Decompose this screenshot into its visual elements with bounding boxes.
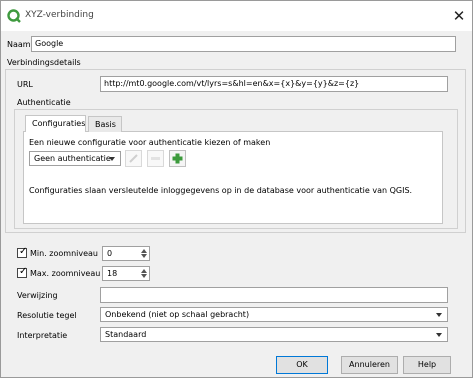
name-label: Naam [7,40,31,49]
title-bar: XYZ-verbinding ✕ [1,1,472,31]
resolution-label: Resolutie tegel [17,311,77,320]
chevron-down-icon [436,313,442,317]
auth-config-value: Geen authenticatie [34,154,111,163]
max-zoom-label: Max. zoomniveau [30,269,101,278]
edit-config-button[interactable] [125,150,142,167]
resolution-value: Onbekend (niet op schaal gebracht) [105,310,250,319]
plus-icon [172,153,183,164]
auth-config-select[interactable]: Geen authenticatie [29,151,121,166]
max-zoom-checkbox[interactable]: ✓ [17,266,28,278]
auth-heading: Authenticatie [17,98,71,107]
resolution-select[interactable]: Onbekend (niet op schaal gebracht) [100,307,448,322]
interpretation-select[interactable]: Standaard [100,327,448,342]
cancel-button[interactable]: Annuleren [341,356,398,374]
min-zoom-label: Min. zoomniveau [30,249,98,258]
min-zoom-spinbox[interactable]: 0 [102,246,150,261]
check-icon: ✓ [19,246,28,257]
check-icon: ✓ [19,266,28,277]
spin-up-icon[interactable] [141,269,147,273]
url-field[interactable]: http://mt0.google.com/vt/lyrs=s&hl=en&x=… [100,76,448,92]
min-zoom-checkbox[interactable]: ✓ [17,246,28,258]
chevron-down-icon [436,333,442,337]
max-zoom-spinbox[interactable]: 18 [102,266,150,281]
dialog-window: XYZ-verbinding ✕ Naam Google Verbindings… [0,0,473,378]
minus-icon [151,157,160,160]
min-zoom-value: 0 [107,249,113,258]
ok-button[interactable]: OK [276,356,328,374]
max-zoom-value: 18 [107,269,118,278]
url-label: URL [17,80,33,89]
auth-instruction: Een nieuwe configuratie voor authenticat… [29,138,271,147]
window-title: XYZ-verbinding [25,10,94,20]
referer-field[interactable] [100,287,448,303]
remove-config-button[interactable] [147,150,164,167]
close-icon[interactable]: ✕ [449,6,469,26]
auth-note: Configuraties slaan versleutelde inlogge… [29,186,413,195]
interpretation-value: Standaard [105,330,147,339]
spin-down-icon[interactable] [141,254,147,258]
qgis-logo-icon [7,9,21,23]
spin-up-icon[interactable] [141,249,147,253]
interpretation-label: Interpretatie [17,331,68,340]
referer-label: Verwijzing [17,291,58,300]
tab-configurations[interactable]: Configuraties [25,115,86,132]
help-button[interactable]: Help [403,356,451,374]
name-field[interactable]: Google [31,36,456,52]
details-heading: Verbindingsdetails [7,58,81,67]
add-config-button[interactable] [169,150,186,167]
spin-down-icon[interactable] [141,274,147,278]
chevron-down-icon [109,157,115,161]
tab-basic[interactable]: Basis [88,116,122,132]
pencil-icon [129,154,138,163]
